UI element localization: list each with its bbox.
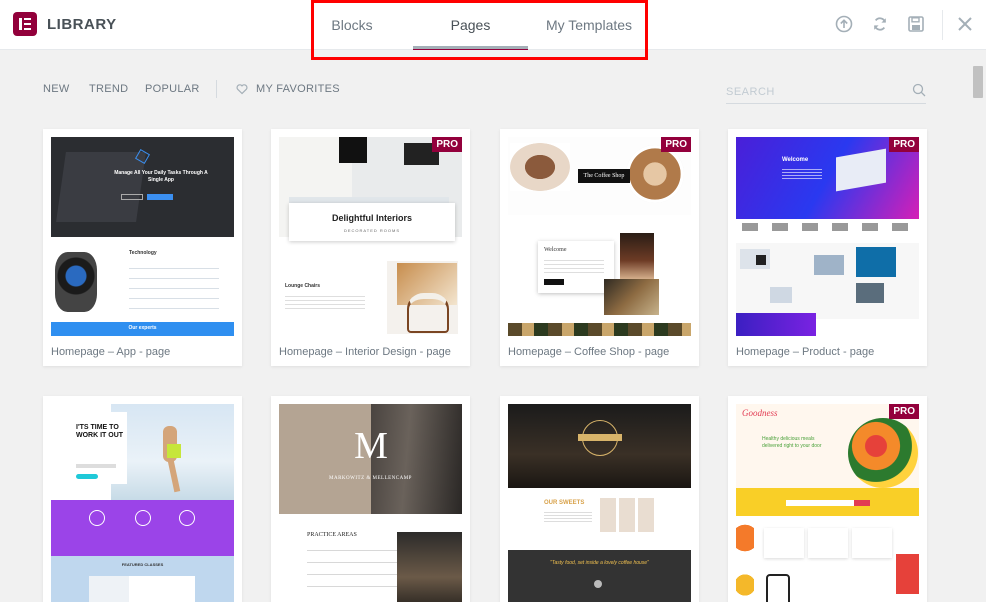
template-title: Homepage – App - page	[51, 346, 171, 358]
tab-my-templates[interactable]: My Templates	[538, 0, 640, 50]
elementor-logo-icon	[13, 12, 37, 36]
template-preview: Manage All Your Daily Tasks Through A Si…	[51, 137, 234, 336]
template-preview: I'TS TIME TO WORK IT OUT FEATURED CLASSE…	[51, 404, 234, 602]
filter-new[interactable]: NEW	[43, 83, 70, 95]
pro-badge: PRO	[889, 137, 919, 152]
pro-badge: PRO	[432, 137, 462, 152]
heart-icon	[236, 84, 248, 95]
filter-popular[interactable]: POPULAR	[145, 83, 200, 95]
tab-blocks[interactable]: Blocks	[316, 0, 388, 50]
template-preview: Delightful Interiors DECORATED ROOMS Lou…	[279, 137, 462, 336]
template-card-coffee-shop[interactable]: PRO The Coffee Shop Welcome Homepage – C…	[500, 129, 699, 366]
library-header: LIBRARY Blocks Pages My Templates	[0, 0, 986, 50]
scrollbar-track[interactable]	[970, 50, 986, 602]
template-card-fitness[interactable]: I'TS TIME TO WORK IT OUT FEATURED CLASSE…	[43, 396, 242, 602]
template-title: Homepage – Coffee Shop - page	[508, 346, 670, 358]
template-title: Homepage – Interior Design - page	[279, 346, 451, 358]
pro-badge: PRO	[889, 404, 919, 419]
sync-icon[interactable]	[870, 14, 890, 34]
template-card-restaurant[interactable]: OUR SWEETS "Tasty food, set inside a lov…	[500, 396, 699, 602]
filter-my-favorites[interactable]: MY FAVORITES	[256, 83, 340, 95]
template-preview: Goodness Healthy delicious meals deliver…	[736, 404, 919, 602]
library-title: LIBRARY	[47, 16, 117, 33]
header-divider	[942, 10, 943, 40]
search-icon	[912, 83, 926, 97]
template-preview: Welcome	[736, 137, 919, 336]
template-preview: The Coffee Shop Welcome	[508, 137, 691, 336]
template-card-food-delivery[interactable]: PRO Goodness Healthy delicious meals del…	[728, 396, 927, 602]
scrollbar-thumb[interactable]	[973, 66, 983, 98]
close-icon[interactable]	[955, 14, 975, 34]
template-card-law-firm[interactable]: M MARKOWITZ & MELLENCAMP PRACTICE AREAS	[271, 396, 470, 602]
template-card-interior-design[interactable]: PRO Delightful Interiors DECORATED ROOMS…	[271, 129, 470, 366]
upload-icon[interactable]	[834, 14, 854, 34]
template-card-product[interactable]: PRO Welcome Homepage – Product - page	[728, 129, 927, 366]
template-title: Homepage – Product - page	[736, 346, 875, 358]
tab-pages[interactable]: Pages	[413, 0, 528, 50]
template-preview: M MARKOWITZ & MELLENCAMP PRACTICE AREAS	[279, 404, 462, 602]
pro-badge: PRO	[661, 137, 691, 152]
filter-trend[interactable]: TREND	[89, 83, 128, 95]
save-icon[interactable]	[906, 14, 926, 34]
template-preview: OUR SWEETS "Tasty food, set inside a lov…	[508, 404, 691, 602]
template-card-app[interactable]: Manage All Your Daily Tasks Through A Si…	[43, 129, 242, 366]
search-input[interactable]	[726, 80, 926, 104]
filter-divider	[216, 80, 217, 98]
